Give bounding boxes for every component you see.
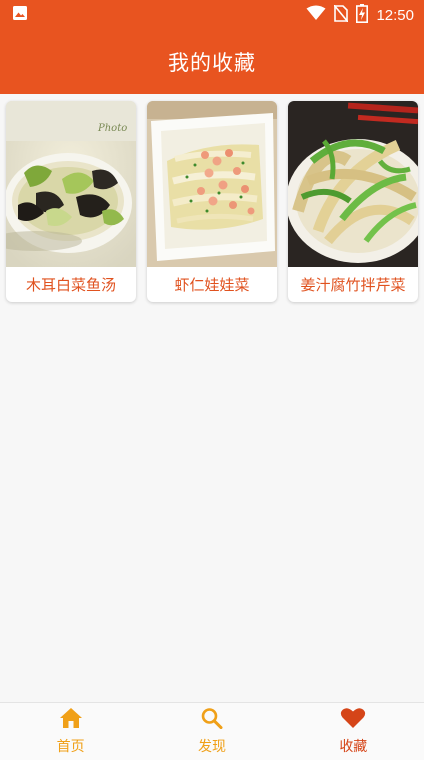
favorites-grid: Photo 木耳白菜鱼汤 虾仁娃娃菜 姜汁腐竹拌芹菜: [6, 101, 418, 302]
page-title: 我的收藏: [168, 51, 256, 75]
wifi-icon: [306, 5, 326, 25]
nav-item-home[interactable]: 首页: [0, 703, 141, 760]
favorite-card[interactable]: 姜汁腐竹拌芹菜: [288, 101, 418, 302]
battery-charging-icon: [356, 3, 369, 27]
no-sim-icon: [333, 3, 350, 26]
svg-text:Photo: Photo: [97, 123, 127, 134]
nav-label-discover: 发现: [197, 739, 226, 755]
nav-label-favorites: 收藏: [339, 739, 368, 755]
nav-item-favorites[interactable]: 收藏: [283, 703, 424, 760]
shrimp-with-baby-cabbage-image: [147, 101, 277, 267]
nav-label-home: 首页: [56, 739, 85, 755]
search-icon: [200, 707, 224, 733]
image-notification-icon: [12, 5, 28, 25]
status-bar: 12:50: [0, 0, 424, 30]
tofu-skin-with-celery-image: [288, 101, 418, 267]
favorite-card-title: 木耳白菜鱼汤: [25, 276, 116, 294]
soup-with-cabbage-and-fungus-image: Photo: [6, 101, 136, 267]
bottom-nav: 首页 发现 收藏: [0, 702, 424, 760]
nav-item-discover[interactable]: 发现: [141, 703, 282, 760]
favorite-card-title: 姜汁腐竹拌芹菜: [300, 276, 406, 294]
heart-icon: [340, 707, 366, 733]
favorite-card[interactable]: Photo 木耳白菜鱼汤: [6, 101, 136, 302]
favorite-card-title: 虾仁娃娃菜: [174, 276, 250, 294]
app-bar: 我的收藏: [0, 30, 424, 94]
favorites-content: Photo 木耳白菜鱼汤 虾仁娃娃菜 姜汁腐竹拌芹菜: [0, 94, 424, 702]
favorite-card[interactable]: 虾仁娃娃菜: [147, 101, 277, 302]
status-time: 12:50: [376, 6, 414, 24]
home-icon: [59, 707, 83, 733]
